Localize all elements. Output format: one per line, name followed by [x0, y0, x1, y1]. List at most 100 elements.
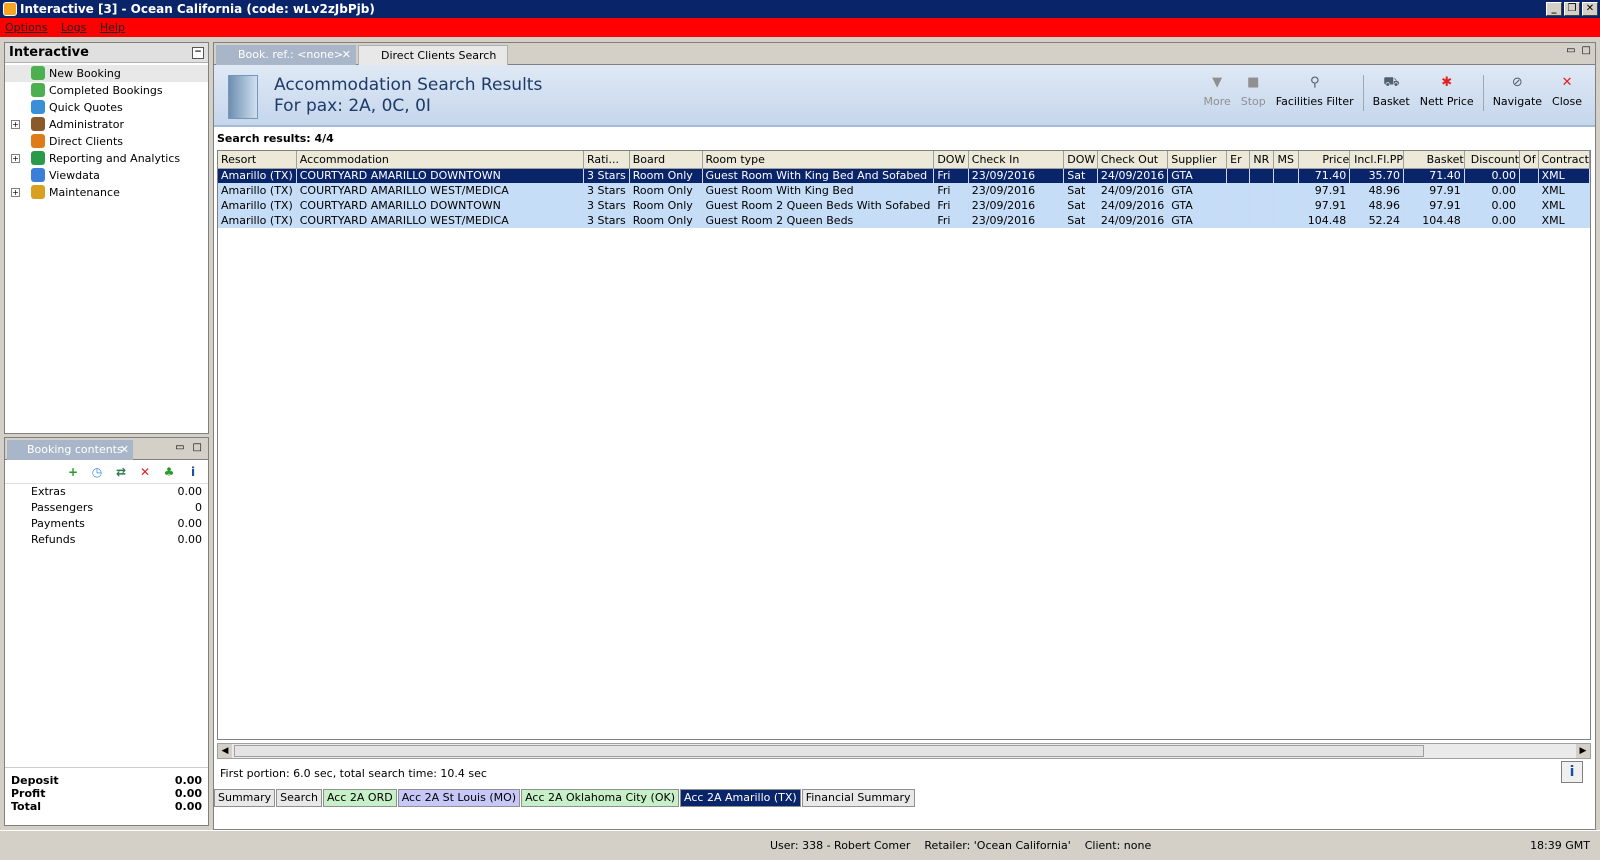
column-header-basket-15[interactable]: Basket — [1403, 151, 1465, 169]
table-cell: 23/09/2016 — [968, 213, 1065, 228]
close-window-button[interactable]: ✕ — [1582, 2, 1598, 16]
more-button[interactable]: ▼ More — [1198, 75, 1235, 108]
summary-row-total: Total 0.00 — [11, 800, 202, 813]
column-header-ms-12[interactable]: MS — [1273, 151, 1299, 169]
expand-icon[interactable]: + — [11, 154, 20, 163]
info-icon[interactable]: i — [186, 465, 200, 479]
search-results-count: Search results: 4/4 — [217, 132, 334, 145]
minimize-panel-icon[interactable]: ▭ — [175, 442, 184, 453]
column-header-dow-7[interactable]: DOW — [1063, 151, 1098, 169]
column-header-room-type-4[interactable]: Room type — [702, 151, 935, 169]
page-title: Accommodation Search Results — [274, 75, 543, 95]
nav-item-direct-clients[interactable]: Direct Clients — [5, 133, 208, 150]
menu-logs[interactable]: Logs — [61, 21, 86, 34]
table-cell: XML — [1538, 198, 1590, 213]
add-icon[interactable]: + — [66, 465, 80, 479]
table-cell: 97.91 — [1403, 198, 1465, 213]
column-header-er-10[interactable]: Er — [1226, 151, 1251, 169]
column-header-contract-18[interactable]: Contract — [1538, 151, 1590, 169]
nav-item-label: Reporting and Analytics — [49, 152, 181, 165]
nav-item-quick-quotes[interactable]: Quick Quotes — [5, 99, 208, 116]
bottom-tab-financial-summary[interactable]: Financial Summary — [801, 789, 915, 807]
tab-booking-ref[interactable]: Book. ref.: <none> ✕ — [216, 45, 356, 65]
close-icon: ✕ — [1561, 75, 1573, 90]
column-header-of-17[interactable]: Of — [1519, 151, 1539, 169]
title-bar: Interactive [3] - Ocean California (code… — [0, 0, 1600, 18]
column-header-supplier-9[interactable]: Supplier — [1167, 151, 1228, 169]
horizontal-scrollbar[interactable]: ◀ ▶ — [217, 743, 1591, 759]
status-user-info: User: 338 - Robert Comer Retailer: 'Ocea… — [770, 839, 1152, 852]
column-header-price-13[interactable]: Price — [1298, 151, 1351, 169]
maximize-panel-icon[interactable]: □ — [1582, 45, 1591, 56]
nav-item-viewdata[interactable]: Viewdata — [5, 167, 208, 184]
maximize-panel-icon[interactable]: □ — [193, 442, 202, 453]
page-subtitle: For pax: 2A, 0C, 0I — [274, 96, 431, 116]
table-row[interactable]: Amarillo (TX) COURTYARD AMARILLO DOWNTOWN… — [218, 168, 1590, 183]
stop-button[interactable]: ■ Stop — [1236, 75, 1271, 108]
table-cell: XML — [1538, 183, 1590, 198]
column-header-board-3[interactable]: Board — [629, 151, 703, 169]
column-header-incl-fl-pp-14[interactable]: Incl.Fl.PP — [1349, 151, 1405, 169]
table-cell — [1519, 168, 1539, 183]
basket-button[interactable]: ⛟ Basket — [1368, 75, 1415, 108]
nav-item-reporting-and-analytics[interactable]: + Reporting and Analytics — [5, 150, 208, 167]
menu-bar: Options Logs Help — [0, 18, 1600, 37]
close-tab-icon[interactable]: ✕ — [342, 45, 351, 65]
scroll-right-icon[interactable]: ▶ — [1576, 744, 1590, 758]
column-header-accommodation-1[interactable]: Accommodation — [296, 151, 584, 169]
bottom-tab-acc-2a-ord[interactable]: Acc 2A ORD — [322, 789, 397, 807]
booking-contents-tabstrip: Booking contents ✕ ▭ □ — [5, 438, 208, 460]
table-cell: Sat — [1063, 213, 1098, 228]
collapse-panel-button[interactable]: − — [192, 47, 204, 59]
summary-label: Deposit — [11, 774, 59, 787]
nett-price-button[interactable]: ✱ Nett Price — [1415, 75, 1479, 108]
booking-row-value: 0 — [195, 501, 202, 514]
nav-item-administrator[interactable]: + Administrator — [5, 116, 208, 133]
restore-button[interactable]: ❐ — [1564, 2, 1580, 16]
booking-row-passengers: Passengers 0 — [5, 500, 208, 516]
table-row[interactable]: Amarillo (TX) COURTYARD AMARILLO WEST/MED… — [218, 213, 1590, 228]
minimize-panel-icon[interactable]: ▭ — [1566, 45, 1575, 56]
column-header-check-in-6[interactable]: Check In — [968, 151, 1065, 169]
table-cell: 24/09/2016 — [1097, 168, 1169, 183]
nav-item-label: Quick Quotes — [49, 101, 123, 114]
column-header-discount-16[interactable]: Discount — [1464, 151, 1521, 169]
facilities-filter-button[interactable]: ⚲ Facilities Filter — [1271, 75, 1359, 108]
bottom-tab-acc-2a-amarillo-tx[interactable]: Acc 2A Amarillo (TX) — [680, 789, 801, 807]
table-row[interactable]: Amarillo (TX) COURTYARD AMARILLO WEST/MED… — [218, 183, 1590, 198]
expand-icon[interactable]: + — [11, 120, 20, 129]
booking-contents-list: Extras 0.00 Passengers 0 Payments 0.00 Refunds… — [5, 484, 208, 548]
bottom-tab-acc-2a-st-louis-mo[interactable]: Acc 2A St Louis (MO) — [397, 789, 521, 807]
column-header-resort-0[interactable]: Resort — [218, 151, 297, 169]
booking-contents-tab[interactable]: Booking contents ✕ — [7, 440, 133, 460]
palm-tree-icon[interactable]: ♣ — [162, 465, 176, 479]
bottom-tab-summary[interactable]: Summary — [214, 789, 276, 807]
bottom-tab-acc-2a-oklahoma-city-ok[interactable]: Acc 2A Oklahoma City (OK) — [521, 789, 680, 807]
menu-help[interactable]: Help — [100, 21, 125, 34]
tab-direct-clients-search[interactable]: Direct Clients Search — [358, 45, 508, 65]
clock-icon[interactable]: ◷ — [90, 465, 104, 479]
info-button[interactable]: i — [1561, 761, 1583, 783]
minimize-button[interactable]: _ — [1546, 2, 1562, 16]
column-header-rati-2[interactable]: Rati... — [583, 151, 630, 169]
bottom-tab-search[interactable]: Search — [276, 789, 322, 807]
close-button[interactable]: ✕ Close — [1547, 75, 1587, 108]
admin-icon — [31, 117, 45, 131]
menu-options[interactable]: Options — [5, 21, 47, 34]
column-header-check-out-8[interactable]: Check Out — [1097, 151, 1169, 169]
scroll-left-icon[interactable]: ◀ — [218, 744, 232, 758]
bottom-tabs: Summary Search Acc 2A ORD Acc 2A St Louis (… — [214, 789, 916, 807]
delete-icon[interactable]: ✕ — [138, 465, 152, 479]
navigate-button[interactable]: ⊘ Navigate — [1488, 75, 1547, 108]
navigate-icon: ⊘ — [1511, 75, 1523, 90]
nav-item-new-booking[interactable]: New Booking — [5, 65, 208, 82]
table-row[interactable]: Amarillo (TX) COURTYARD AMARILLO DOWNTOWN… — [218, 198, 1590, 213]
nav-item-maintenance[interactable]: + Maintenance — [5, 184, 208, 201]
scrollbar-thumb[interactable] — [234, 745, 1424, 757]
expand-icon[interactable]: + — [11, 188, 20, 197]
column-header-dow-5[interactable]: DOW — [933, 151, 969, 169]
close-tab-icon[interactable]: ✕ — [120, 440, 129, 460]
transfer-icon[interactable]: ⇄ — [114, 465, 128, 479]
nav-item-completed-bookings[interactable]: Completed Bookings — [5, 82, 208, 99]
column-header-nr-11[interactable]: NR — [1249, 151, 1275, 169]
